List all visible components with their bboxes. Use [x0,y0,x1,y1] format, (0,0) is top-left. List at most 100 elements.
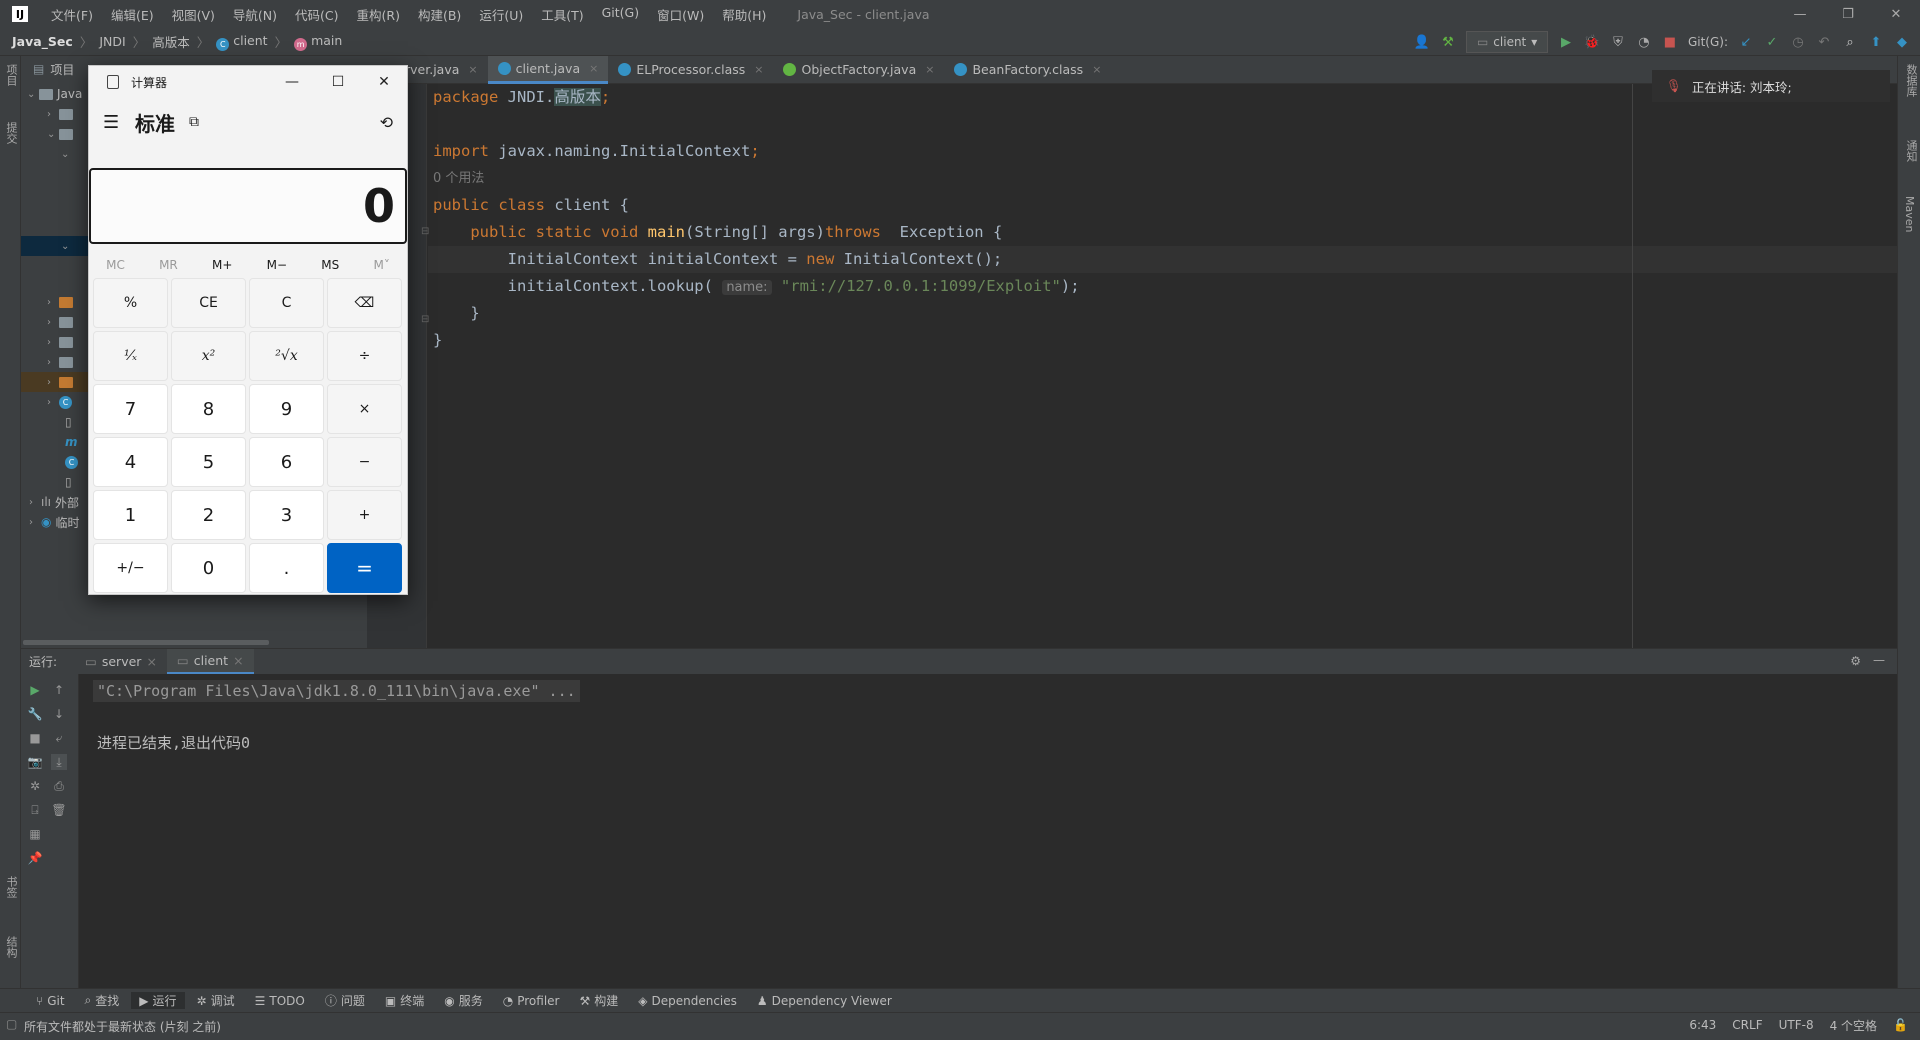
notifications-tool-button[interactable]: 通知 [1903,140,1919,162]
plus-button[interactable]: + [327,490,402,540]
menu-refactor[interactable]: 重构(R) [348,5,409,24]
git-update-icon[interactable]: ↙ [1738,34,1754,50]
indent-setting[interactable]: 4 个空格 [1830,1017,1877,1034]
digit-4-button[interactable]: 4 [93,437,168,487]
pin-icon[interactable]: 📌 [27,850,43,866]
tool-dependency-viewer[interactable]: ♟ Dependency Viewer [749,994,900,1008]
digit-1-button[interactable]: 1 [93,490,168,540]
keep-on-top-icon[interactable]: ⧉ [189,114,199,130]
clear-button[interactable]: C [249,278,324,328]
debug-icon[interactable]: ✲ [27,778,43,794]
scroll-to-end-icon[interactable]: ⤓ [51,754,67,770]
tab-client[interactable]: client.java × [487,55,609,84]
hamburger-menu-icon[interactable]: ☰ [103,112,127,133]
menu-help[interactable]: 帮助(H) [713,5,775,24]
close-icon[interactable]: ✕ [1872,0,1920,28]
decimal-button[interactable]: . [249,543,324,593]
console-output[interactable]: "C:\Program Files\Java\jdk1.8.0_111\bin\… [79,674,1897,988]
tool-problems[interactable]: ⓘ 问题 [317,992,373,1009]
digit-6-button[interactable]: 6 [249,437,324,487]
menu-navigate[interactable]: 导航(N) [224,5,286,24]
wrench-icon[interactable]: 🔧 [27,706,43,722]
maximize-icon[interactable]: ☐ [315,66,361,98]
update-icon[interactable]: ⬆ [1868,34,1884,50]
tool-terminal[interactable]: ▣ 终端 [377,992,432,1009]
percent-button[interactable]: % [93,278,168,328]
rerun-icon[interactable]: ▶ [27,682,43,698]
line-separator[interactable]: CRLF [1732,1018,1762,1032]
console-command-line[interactable]: "C:\Program Files\Java\jdk1.8.0_111\bin\… [93,680,580,702]
search-icon[interactable]: ⌕ [1842,34,1858,50]
cursor-position[interactable]: 6:43 [1689,1018,1716,1032]
run-icon[interactable]: ▶ [1558,34,1574,50]
close-icon[interactable]: × [468,63,477,76]
tab-objectfactory[interactable]: ObjectFactory.java × [773,56,944,84]
file-encoding[interactable]: UTF-8 [1779,1018,1814,1032]
menu-edit[interactable]: 编辑(E) [102,5,163,24]
memory-subtract-button[interactable]: M− [267,258,287,272]
tool-todo[interactable]: ☰ TODO [247,994,313,1008]
multiply-button[interactable]: × [327,384,402,434]
status-icon[interactable]: ▢ [6,1017,17,1031]
menu-window[interactable]: 窗口(W) [648,5,713,24]
fold-icon[interactable]: ⊟ [421,226,429,237]
menu-code[interactable]: 代码(C) [286,5,347,24]
lock-icon[interactable]: 🔓 [1893,1018,1908,1032]
memory-clear-button[interactable]: MC [106,258,125,272]
digit-5-button[interactable]: 5 [171,437,246,487]
minus-button[interactable]: − [327,437,402,487]
digit-9-button[interactable]: 9 [249,384,324,434]
menu-tools[interactable]: 工具(T) [532,5,592,24]
tool-dependencies[interactable]: ◈ Dependencies [630,994,745,1008]
debug-icon[interactable]: 🐞 [1584,34,1600,50]
menu-file[interactable]: 文件(F) [42,5,102,24]
digit-7-button[interactable]: 7 [93,384,168,434]
camera-icon[interactable]: 📷 [27,754,43,770]
git-rollback-icon[interactable]: ↶ [1816,34,1832,50]
equals-button[interactable]: = [327,543,402,593]
layout-icon[interactable]: ▦ [27,826,43,842]
git-commit-icon[interactable]: ✓ [1764,34,1780,50]
project-tool-button[interactable]: 项目 [3,64,19,86]
bookmarks-tool-button[interactable]: 书签 [3,876,19,898]
backspace-button[interactable]: ⌫ [327,278,402,328]
tool-find[interactable]: ⌕ 查找 [77,992,128,1009]
tab-beanfactory[interactable]: BeanFactory.class × [944,56,1111,84]
restore-icon[interactable]: ❐ [1824,0,1872,28]
square-button[interactable]: x² [171,331,246,381]
negate-button[interactable]: +/− [93,543,168,593]
close-icon[interactable]: ✕ [361,66,407,98]
menu-git[interactable]: Git(G) [593,5,649,24]
close-icon[interactable]: × [1092,63,1101,76]
close-icon[interactable]: × [754,63,763,76]
tool-run[interactable]: ▶ 运行 [131,992,185,1009]
down-arrow-icon[interactable]: ↓ [51,706,67,722]
digit-2-button[interactable]: 2 [171,490,246,540]
tab-elprocessor[interactable]: ELProcessor.class × [608,56,773,84]
close-icon[interactable]: × [233,653,243,668]
plugin-icon[interactable]: ◆ [1894,34,1910,50]
memory-list-button[interactable]: M˅ [373,258,389,272]
hide-panel-icon[interactable]: — [1873,653,1885,667]
fold-icon[interactable]: ⊟ [421,314,429,325]
minimize-icon[interactable]: — [1776,0,1824,28]
breadcrumb-method[interactable]: m main [294,33,342,51]
breadcrumb-project[interactable]: Java_Sec [12,34,73,49]
memory-store-button[interactable]: MS [321,258,339,272]
menu-run[interactable]: 运行(U) [470,5,532,24]
code-editor[interactable]: 💡 ⊟ ⊟ package JNDI.高版本; import javax.nam… [367,84,1898,648]
close-icon[interactable]: × [146,654,156,669]
digit-0-button[interactable]: 0 [171,543,246,593]
tool-services[interactable]: ◉ 服务 [436,992,491,1009]
breadcrumb-jndi[interactable]: JNDI [99,34,125,49]
tool-build[interactable]: ⚒ 构建 [571,992,626,1009]
divide-button[interactable]: ÷ [327,331,402,381]
memory-recall-button[interactable]: MR [159,258,178,272]
run-tab-server[interactable]: ▭ server × [75,649,167,675]
reciprocal-button[interactable]: ¹⁄ₓ [93,331,168,381]
run-config-select[interactable]: ▭ client ▾ [1465,31,1548,53]
minimize-icon[interactable]: — [269,66,315,98]
memory-add-button[interactable]: M+ [212,258,232,272]
close-icon[interactable]: × [589,62,598,75]
square-root-button[interactable]: ²√x [249,331,324,381]
